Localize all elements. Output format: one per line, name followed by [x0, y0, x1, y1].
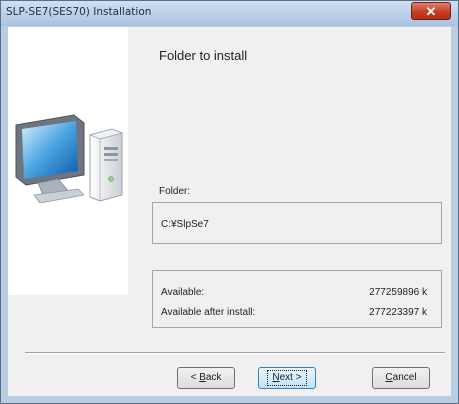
available-label: Available:	[161, 287, 205, 298]
disk-space-box: Available: 277259896 k Available after i…	[152, 270, 442, 328]
close-icon: ✕	[425, 4, 437, 19]
back-button-arrow: <	[190, 372, 200, 383]
available-value: 277259896 k	[369, 287, 427, 298]
back-button[interactable]: < Back	[177, 367, 235, 389]
folder-label: Folder:	[159, 186, 191, 197]
available-after-value: 277223397 k	[369, 307, 427, 318]
tower-case	[88, 128, 124, 202]
available-after-label: Available after install:	[161, 307, 256, 318]
cancel-button[interactable]: Cancel	[372, 367, 430, 389]
monitor	[15, 114, 85, 203]
page-heading: Folder to install	[159, 48, 248, 63]
back-button-mnemonic: B	[199, 372, 206, 383]
desktop-computer-icon	[15, 114, 124, 203]
next-button-label: ext >	[279, 372, 302, 383]
back-button-label: ack	[205, 372, 222, 383]
folder-path-value: C:¥SlpSe7	[161, 219, 209, 230]
close-button[interactable]: ✕	[411, 2, 451, 20]
cancel-button-mnemonic: C	[385, 372, 393, 383]
next-button[interactable]: Next >	[258, 367, 316, 389]
cancel-button-label: ancel	[392, 372, 417, 383]
window-title: SLP-SE7(SES70) Installation	[6, 6, 152, 18]
folder-path-field[interactable]: C:¥SlpSe7	[152, 202, 442, 244]
next-button-mnemonic: N	[272, 372, 280, 383]
title-bar[interactable]: SLP-SE7(SES70) Installation ✕	[1, 1, 458, 26]
button-separator	[25, 352, 445, 354]
